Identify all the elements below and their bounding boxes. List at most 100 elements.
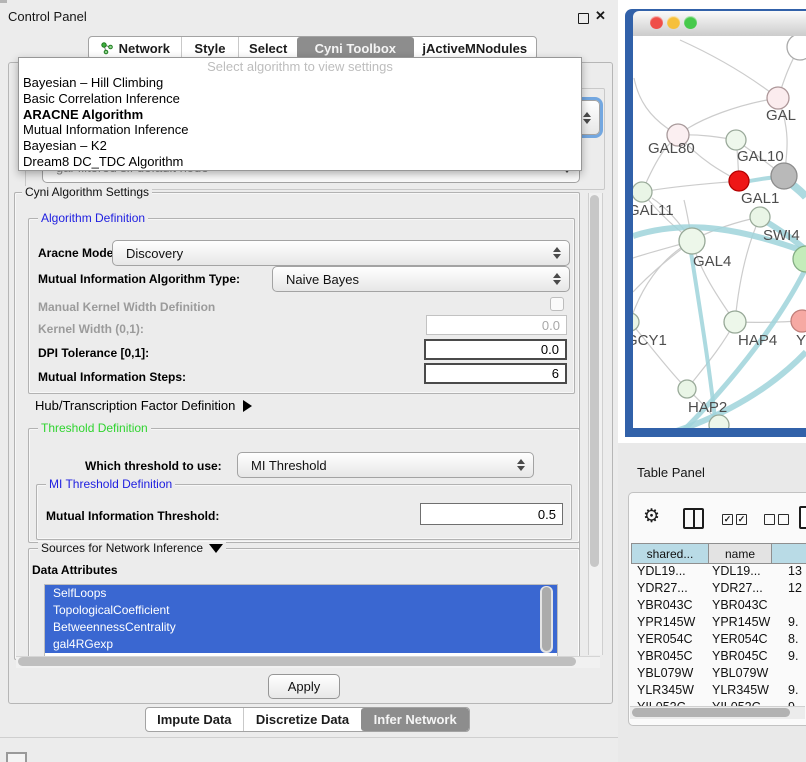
node-label: GAL1 — [741, 190, 779, 207]
network-canvas[interactable]: GALGAL80GAL10GAL1GAL11SWI4GAL4GCY1HAP4YH… — [633, 36, 806, 428]
tab-jactivemnodules[interactable]: jActiveMNodules — [414, 37, 536, 59]
mi-threshold-input[interactable]: 0.5 — [420, 503, 563, 525]
checked-checkbox-icon[interactable]: ✓ — [736, 514, 747, 525]
manual-kernel-label: Manual Kernel Width Definition — [38, 300, 215, 314]
column-header-shared[interactable]: shared... — [631, 543, 709, 564]
table-horizontal-scrollbar-thumb[interactable] — [632, 708, 790, 717]
group-title: MI Threshold Definition — [46, 478, 175, 490]
network-window-titlebar[interactable] — [633, 11, 806, 37]
mi-algorithm-type-combo[interactable]: Naive Bayes — [272, 266, 570, 292]
table-row[interactable]: YPR145WYPR145W9. — [631, 615, 806, 632]
table-row[interactable]: YBL079WYBL079W — [631, 666, 806, 683]
hub-definition-expander[interactable]: Hub/Transcription Factor Definition — [35, 398, 252, 413]
network-node-gal10[interactable] — [726, 130, 746, 150]
float-window-icon[interactable] — [578, 13, 589, 24]
list-scrollbar-thumb[interactable] — [542, 587, 551, 651]
table-row[interactable]: YBR043CYBR043C — [631, 598, 806, 615]
node-table[interactable]: shared... name YDL19...YDL19...13YDR27..… — [631, 543, 806, 719]
network-edge[interactable] — [642, 181, 739, 192]
dropdown-prompt: Select algorithm to view settings — [19, 58, 581, 75]
network-node-gal11[interactable] — [633, 182, 652, 202]
which-threshold-combo[interactable]: MI Threshold — [237, 452, 534, 478]
algorithm-option[interactable]: Mutual Information Inference — [19, 122, 581, 138]
node-label: GAL10 — [737, 148, 784, 165]
checked-checkbox-icon[interactable]: ✓ — [722, 514, 733, 525]
table-row[interactable]: YLR345WYLR345W9. — [631, 683, 806, 700]
zoom-traffic-light[interactable] — [684, 16, 697, 29]
network-node-gal4[interactable] — [679, 228, 705, 254]
dpi-tolerance-label: DPI Tolerance [0,1]: — [38, 346, 149, 360]
network-edge[interactable] — [678, 98, 778, 135]
unchecked-checkbox-icon[interactable] — [764, 514, 775, 525]
manual-kernel-checkbox[interactable] — [550, 297, 564, 311]
network-node-gal1[interactable] — [729, 171, 749, 191]
network-edge[interactable] — [633, 241, 692, 322]
tab-network[interactable]: Network — [89, 37, 181, 59]
mi-threshold-label: Mutual Information Threshold: — [46, 509, 219, 523]
settings-vertical-scrollbar-thumb[interactable] — [590, 195, 599, 567]
network-icon — [100, 41, 114, 55]
network-edge[interactable] — [680, 40, 778, 98]
table-row[interactable]: YDR27...YDR27...12 — [631, 581, 806, 598]
tab-style[interactable]: Style — [181, 37, 239, 59]
document-icon[interactable] — [799, 506, 806, 529]
cell-shared: YER054C — [637, 632, 693, 646]
screen: Control Panel ✕ Network Style Select Cyn… — [0, 0, 806, 762]
cell-shared: YBL079W — [637, 666, 693, 680]
node-label: GAL4 — [693, 253, 731, 270]
sources-expander[interactable]: Sources for Network Inference — [38, 542, 226, 554]
column-header-attr[interactable] — [771, 543, 806, 564]
network-node[interactable] — [787, 36, 806, 60]
aracne-mode-combo[interactable]: Discovery — [112, 240, 570, 266]
column-header-name[interactable]: name — [708, 543, 772, 564]
cell-name: YER054C — [712, 632, 768, 646]
node-label: GAL11 — [633, 202, 674, 219]
table-row[interactable]: YER054CYER054C8. — [631, 632, 806, 649]
node-label: HAP2 — [688, 399, 727, 416]
close-icon[interactable]: ✕ — [595, 8, 606, 24]
attribute-item[interactable]: SelfLoops — [45, 585, 557, 602]
network-node-gcy1[interactable] — [633, 313, 639, 331]
algorithm-option[interactable]: Basic Correlation Inference — [19, 91, 581, 107]
attribute-item[interactable]: BetweennessCentrality — [45, 619, 557, 636]
node-label: GCY1 — [633, 332, 667, 349]
table-columns-icon[interactable] — [683, 508, 704, 529]
bottom-left-partial-icon — [6, 752, 27, 762]
unchecked-checkbox-icon[interactable] — [778, 514, 789, 525]
table-row[interactable]: YBR045CYBR045C9. — [631, 649, 806, 666]
network-node-hap2[interactable] — [678, 380, 696, 398]
close-traffic-light[interactable] — [650, 16, 663, 29]
panel-title: Control Panel — [8, 9, 87, 24]
minimize-traffic-light[interactable] — [667, 16, 680, 29]
dpi-tolerance-input[interactable]: 0.0 — [424, 339, 567, 360]
network-node-swi4[interactable] — [750, 207, 770, 227]
cell-shared: YBR043C — [637, 598, 693, 612]
data-attributes-list[interactable]: SelfLoopsTopologicalCoefficientBetweenne… — [44, 584, 558, 657]
tab-discretize-data[interactable]: Discretize Data — [243, 708, 362, 731]
network-node-hap4[interactable] — [724, 311, 746, 333]
algorithm-option[interactable]: Dream8 DC_TDC Algorithm — [19, 154, 581, 170]
network-node-gal[interactable] — [767, 87, 789, 109]
network-node-y[interactable] — [791, 310, 806, 332]
group-title: Cyni Algorithm Settings — [22, 186, 152, 198]
mi-steps-input[interactable]: 6 — [424, 363, 567, 384]
attribute-item[interactable]: gal4RGexp — [45, 636, 557, 653]
algorithm-option[interactable]: Bayesian – K2 — [19, 138, 581, 154]
settings-horizontal-scrollbar-thumb[interactable] — [18, 657, 576, 666]
tab-select[interactable]: Select — [238, 37, 297, 59]
apply-button[interactable]: Apply — [268, 674, 340, 699]
gear-icon[interactable]: ⚙ — [643, 505, 660, 528]
tab-impute-data[interactable]: Impute Data — [146, 708, 243, 731]
tab-cyni-toolbox[interactable]: Cyni Toolbox — [297, 37, 413, 59]
table-row[interactable]: YDL19...YDL19...13 — [631, 564, 806, 581]
kernel-width-input[interactable]: 0.0 — [426, 315, 567, 335]
tab-infer-network[interactable]: Infer Network — [361, 708, 469, 731]
cell-shared: YBR045C — [637, 649, 693, 663]
network-node[interactable] — [771, 163, 797, 189]
algorithm-option[interactable]: Bayesian – Hill Climbing — [19, 75, 581, 91]
expand-right-icon — [243, 400, 252, 412]
algorithm-option[interactable]: ARACNE Algorithm — [19, 107, 581, 123]
attribute-item[interactable]: TopologicalCoefficient — [45, 602, 557, 619]
node-label: Y — [796, 332, 806, 349]
which-threshold-label: Which threshold to use: — [85, 459, 222, 473]
